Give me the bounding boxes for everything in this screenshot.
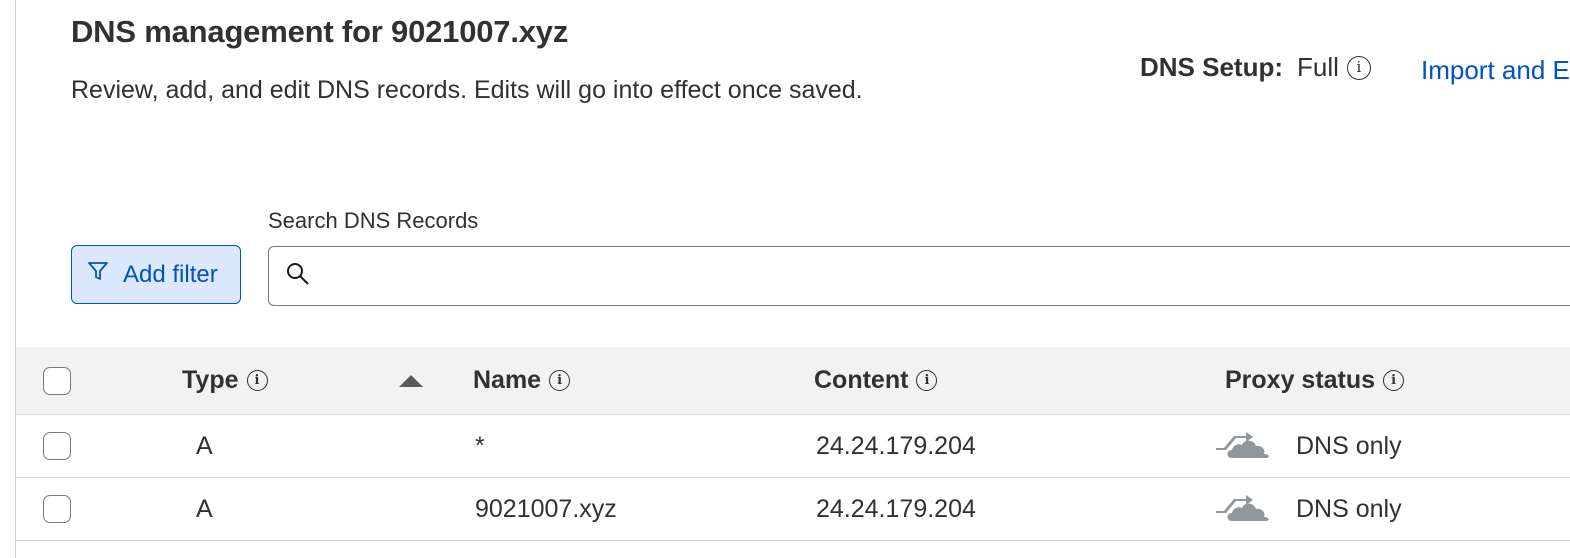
column-label-proxy-status: Proxy status [1225, 366, 1376, 394]
record-name: 9021007.xyz [475, 494, 617, 523]
sort-ascending-icon[interactable] [399, 374, 423, 387]
search-icon [285, 261, 311, 292]
proxy-status-label: DNS only [1296, 431, 1402, 460]
record-proxy-status: DNS only [1214, 478, 1402, 540]
info-icon[interactable]: i [1383, 370, 1405, 391]
proxy-status-label: DNS only [1296, 494, 1402, 523]
add-filter-button[interactable]: Add filter [71, 245, 241, 304]
record-content: 24.24.179.204 [816, 494, 976, 523]
dns-records-table: Type i Name i Content i Proxy status i A… [16, 347, 1570, 541]
select-all-cell [43, 347, 71, 414]
dns-only-cloud-icon [1214, 426, 1272, 467]
page-description: Review, add, and edit DNS records. Edits… [71, 76, 863, 104]
page-title: DNS management for 9021007.xyz [71, 14, 568, 50]
table-header: Type i Name i Content i Proxy status i [16, 347, 1570, 415]
dns-setup: DNS Setup: Full i [1140, 52, 1371, 83]
table-row[interactable]: A * 24.24.179.204 DNS only [16, 415, 1570, 478]
import-export-link[interactable]: Import and Export [1421, 55, 1570, 86]
row-select-cell [43, 478, 71, 540]
select-all-checkbox[interactable] [43, 366, 71, 395]
search-input[interactable] [321, 263, 1521, 289]
sort-cell [399, 347, 423, 414]
dns-only-cloud-icon [1214, 489, 1272, 530]
column-label-name: Name [473, 366, 542, 394]
dns-setup-label: DNS Setup: [1140, 52, 1283, 82]
record-type: A [196, 431, 213, 460]
column-header-content[interactable]: Content i [814, 347, 938, 414]
record-content: 24.24.179.204 [816, 431, 976, 460]
column-header-name[interactable]: Name i [473, 347, 571, 414]
row-select-cell [43, 415, 71, 477]
filter-icon [87, 260, 109, 289]
dns-management-page: DNS management for 9021007.xyz Review, a… [0, 0, 1570, 558]
record-name: * [475, 431, 485, 460]
record-proxy-status: DNS only [1214, 415, 1402, 477]
page-title-domain: 9021007.xyz [391, 14, 569, 49]
info-icon[interactable]: i [246, 370, 268, 391]
column-header-proxy-status[interactable]: Proxy status i [1225, 347, 1405, 414]
row-checkbox[interactable] [43, 432, 71, 460]
table-row[interactable]: A 9021007.xyz 24.24.179.204 DNS only [16, 478, 1570, 541]
search-field[interactable] [268, 246, 1570, 306]
column-label-content: Content [814, 366, 909, 394]
column-label-type: Type [182, 366, 239, 394]
row-checkbox[interactable] [43, 495, 71, 523]
info-icon[interactable]: i [549, 370, 571, 391]
dns-setup-value: Full [1297, 52, 1339, 82]
info-icon[interactable]: i [1346, 55, 1371, 80]
record-type: A [196, 494, 213, 523]
page-title-prefix: DNS management for [71, 14, 392, 49]
info-icon[interactable]: i [916, 370, 938, 391]
add-filter-label: Add filter [123, 260, 218, 288]
search-label: Search DNS Records [268, 208, 479, 233]
column-header-type[interactable]: Type i [182, 347, 268, 414]
